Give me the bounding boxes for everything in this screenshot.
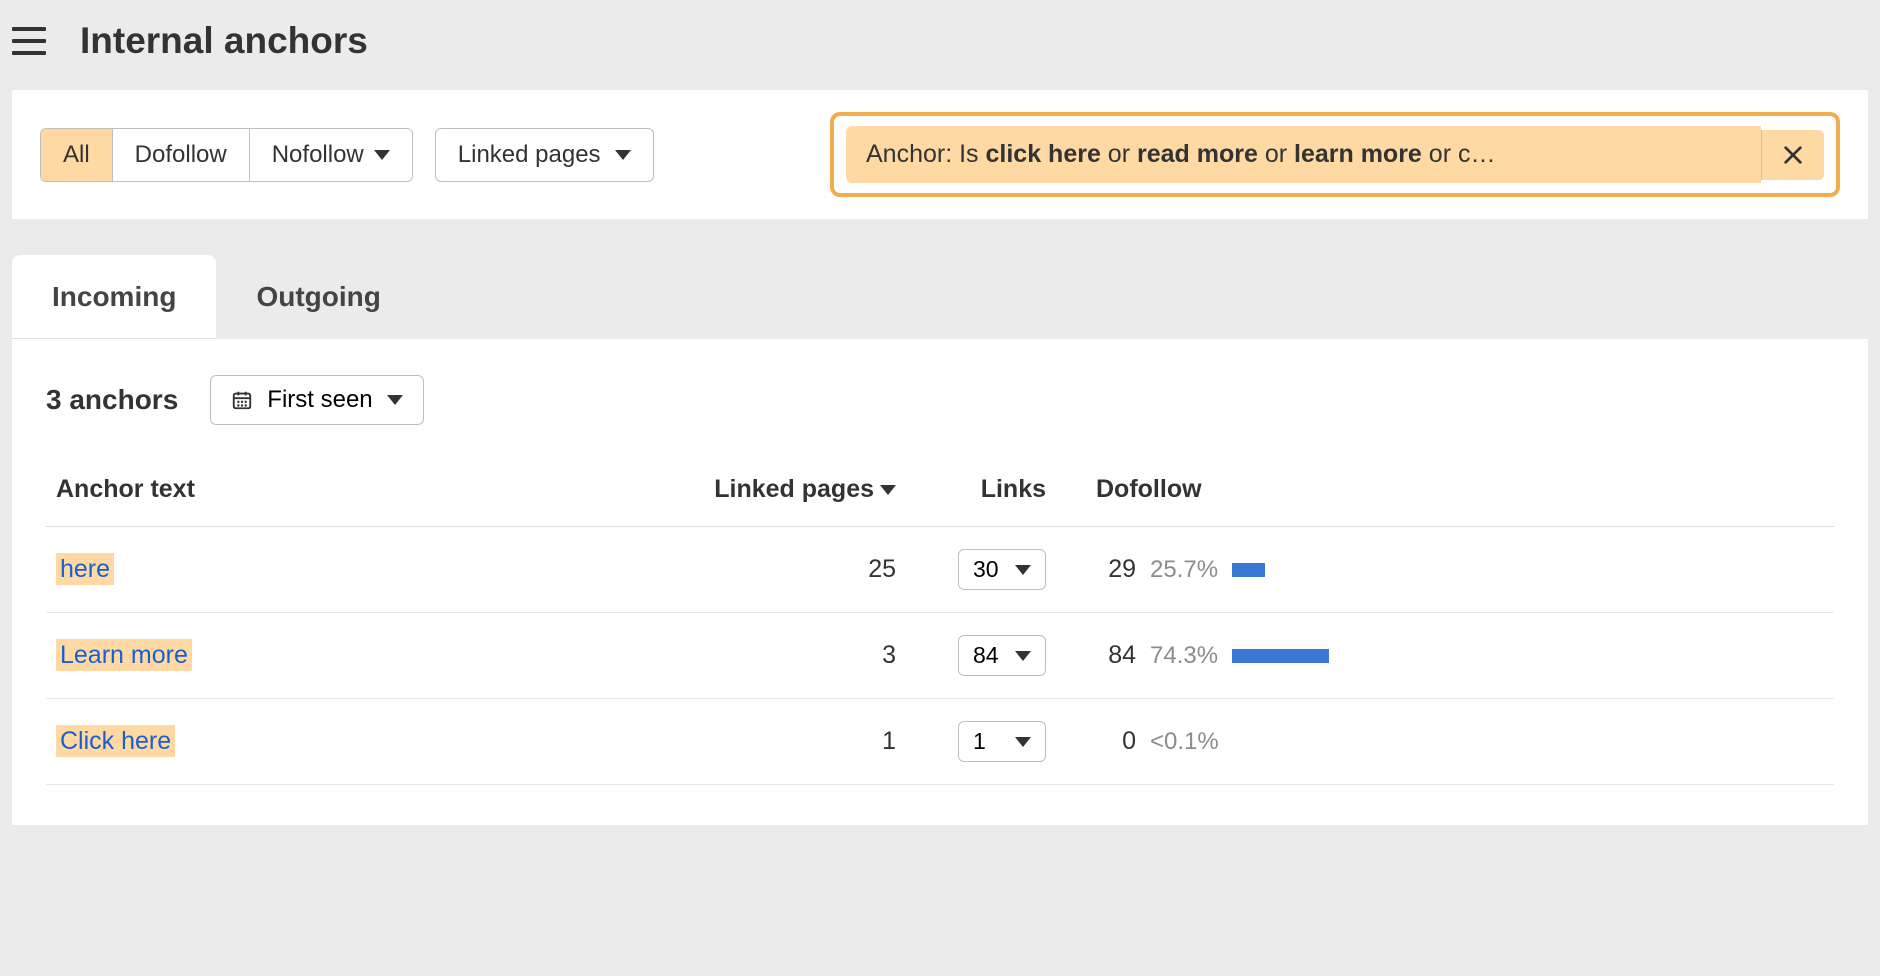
th-label: Linked pages bbox=[714, 475, 874, 503]
links-dropdown[interactable]: 84 bbox=[958, 635, 1046, 676]
dofollow-bar bbox=[1233, 735, 1453, 749]
th-dofollow[interactable]: Dofollow bbox=[1056, 457, 1834, 527]
chevron-down-icon bbox=[1015, 565, 1031, 575]
tab-label: Outgoing bbox=[256, 281, 380, 312]
cell-links: 84 bbox=[906, 613, 1056, 699]
dropdown-label: First seen bbox=[267, 386, 372, 414]
first-seen-dropdown[interactable]: First seen bbox=[210, 375, 423, 425]
chip-or: or bbox=[1101, 140, 1137, 168]
links-dropdown[interactable]: 30 bbox=[958, 549, 1046, 590]
tab-incoming[interactable]: Incoming bbox=[12, 255, 216, 339]
anchor-link[interactable]: here bbox=[56, 553, 114, 585]
chip-prefix: Anchor: Is bbox=[866, 140, 986, 168]
chevron-down-icon bbox=[387, 395, 403, 405]
tabs: Incoming Outgoing bbox=[12, 255, 1868, 339]
follow-type-segment: All Dofollow Nofollow bbox=[40, 128, 413, 182]
cell-dofollow: 84 74.3% bbox=[1056, 613, 1834, 699]
top-header: Internal anchors bbox=[0, 0, 1880, 90]
anchor-link[interactable]: Learn more bbox=[56, 639, 192, 671]
calendar-icon bbox=[231, 389, 253, 411]
segment-label: All bbox=[63, 141, 90, 169]
tab-outgoing[interactable]: Outgoing bbox=[216, 255, 420, 339]
links-value: 1 bbox=[973, 728, 986, 755]
links-value: 84 bbox=[973, 642, 999, 669]
chip-or: or bbox=[1258, 140, 1294, 168]
chevron-down-icon bbox=[880, 485, 896, 495]
dofollow-count: 0 bbox=[1096, 727, 1136, 756]
th-anchor-text[interactable]: Anchor text bbox=[46, 457, 666, 527]
chip-term: learn more bbox=[1294, 140, 1422, 168]
cell-links: 30 bbox=[906, 527, 1056, 613]
cell-dofollow: 0 <0.1% bbox=[1056, 699, 1834, 785]
anchors-table: Anchor text Linked pages Links Dofollow … bbox=[46, 457, 1834, 785]
anchor-filter-chip[interactable]: Anchor: Is click here or read more or le… bbox=[846, 126, 1761, 183]
cell-dofollow: 29 25.7% bbox=[1056, 527, 1834, 613]
chip-close-button[interactable] bbox=[1761, 130, 1824, 180]
cell-linked-pages: 25 bbox=[666, 527, 906, 613]
cell-anchor-text: here bbox=[46, 527, 666, 613]
segment-nofollow[interactable]: Nofollow bbox=[250, 129, 412, 181]
chevron-down-icon bbox=[374, 150, 390, 160]
dofollow-wrap: 0 <0.1% bbox=[1096, 727, 1824, 756]
dofollow-bar bbox=[1232, 563, 1452, 577]
cell-linked-pages: 1 bbox=[666, 699, 906, 785]
dofollow-wrap: 84 74.3% bbox=[1096, 641, 1824, 670]
dofollow-percent: 74.3% bbox=[1150, 642, 1218, 670]
dofollow-wrap: 29 25.7% bbox=[1096, 555, 1824, 584]
anchors-count: 3 anchors bbox=[46, 384, 178, 416]
cell-linked-pages: 3 bbox=[666, 613, 906, 699]
segment-label: Nofollow bbox=[272, 141, 364, 169]
th-linked-pages[interactable]: Linked pages bbox=[666, 457, 906, 527]
table-row: Learn more 3 84 84 74.3% bbox=[46, 613, 1834, 699]
anchor-filter-highlight: Anchor: Is click here or read more or le… bbox=[830, 112, 1840, 197]
cell-links: 1 bbox=[906, 699, 1056, 785]
dofollow-percent: <0.1% bbox=[1150, 728, 1219, 756]
dofollow-bar bbox=[1232, 649, 1452, 663]
panel-top: 3 anchors First seen bbox=[46, 375, 1834, 425]
dofollow-percent: 25.7% bbox=[1150, 556, 1218, 584]
table-row: here 25 30 29 25.7% bbox=[46, 527, 1834, 613]
hamburger-icon[interactable] bbox=[12, 27, 46, 55]
chip-term: read more bbox=[1137, 140, 1258, 168]
dofollow-bar-fill bbox=[1232, 563, 1265, 577]
segment-dofollow[interactable]: Dofollow bbox=[113, 129, 250, 181]
links-value: 30 bbox=[973, 556, 999, 583]
tab-label: Incoming bbox=[52, 281, 176, 312]
dropdown-label: Linked pages bbox=[458, 141, 601, 169]
results-panel: 3 anchors First seen Anchor text bbox=[12, 339, 1868, 825]
dofollow-count: 29 bbox=[1096, 555, 1136, 584]
chevron-down-icon bbox=[1015, 737, 1031, 747]
close-icon bbox=[1782, 144, 1804, 166]
th-links[interactable]: Links bbox=[906, 457, 1056, 527]
segment-label: Dofollow bbox=[135, 141, 227, 169]
cell-anchor-text: Learn more bbox=[46, 613, 666, 699]
chevron-down-icon bbox=[615, 150, 631, 160]
anchor-link[interactable]: Click here bbox=[56, 725, 175, 757]
chip-tail: or c… bbox=[1422, 140, 1496, 168]
table-row: Click here 1 1 0 <0.1% bbox=[46, 699, 1834, 785]
chip-term: click here bbox=[986, 140, 1101, 168]
chevron-down-icon bbox=[1015, 651, 1031, 661]
dofollow-count: 84 bbox=[1096, 641, 1136, 670]
page-title: Internal anchors bbox=[80, 20, 368, 62]
segment-all[interactable]: All bbox=[41, 129, 113, 181]
links-dropdown[interactable]: 1 bbox=[958, 721, 1046, 762]
filter-bar: All Dofollow Nofollow Linked pages Ancho… bbox=[12, 90, 1868, 219]
cell-anchor-text: Click here bbox=[46, 699, 666, 785]
dofollow-bar-fill bbox=[1232, 649, 1329, 663]
linked-pages-dropdown[interactable]: Linked pages bbox=[435, 128, 654, 182]
